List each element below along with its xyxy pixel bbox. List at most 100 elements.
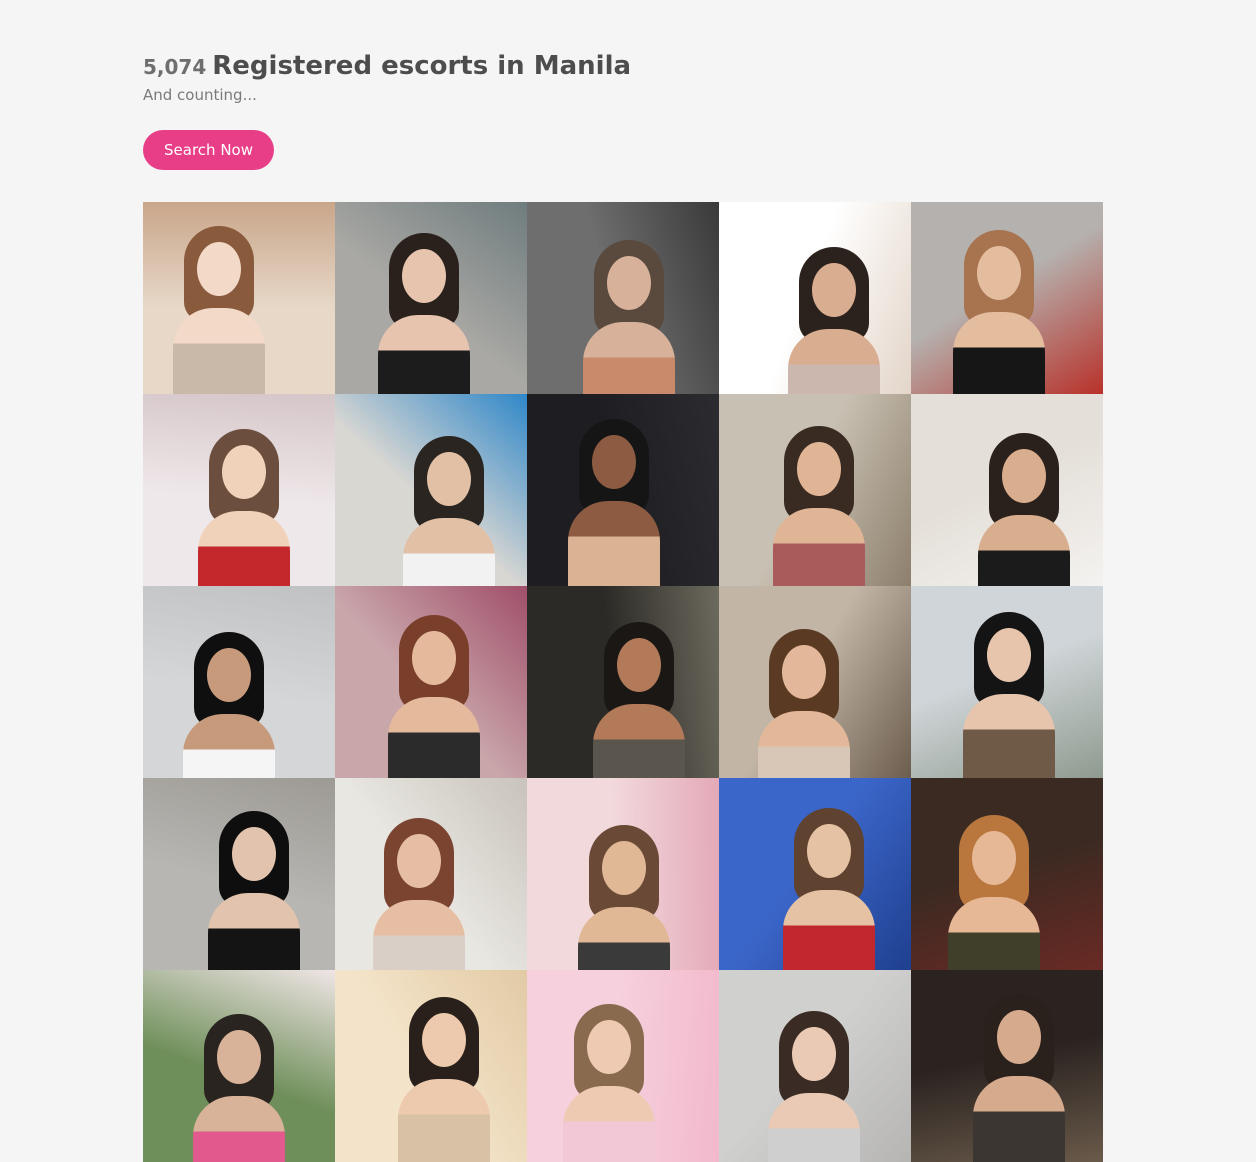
profile-photo (911, 778, 1103, 970)
subtitle: And counting... (143, 86, 257, 104)
photo-figure-face (617, 638, 661, 692)
profile-photo (527, 586, 719, 778)
profile-photo (527, 394, 719, 586)
profile-photo (335, 394, 527, 586)
profile-photo-tile[interactable] (719, 970, 911, 1162)
profile-photo-tile[interactable] (911, 394, 1103, 586)
profile-photo (143, 970, 335, 1162)
profile-photo-tile[interactable] (527, 394, 719, 586)
photo-figure-body (583, 322, 675, 394)
profile-photo (527, 202, 719, 394)
profile-photo-tile[interactable] (527, 586, 719, 778)
photo-figure-face (232, 827, 276, 881)
photo-figure-body (788, 329, 880, 394)
profile-photo-tile[interactable] (527, 202, 719, 394)
profile-photo (143, 394, 335, 586)
photo-figure-body (403, 518, 495, 586)
photo-figure-body (378, 315, 470, 394)
photo-figure-body (208, 893, 300, 970)
photo-figure-face (397, 834, 441, 888)
photo-figure-body (198, 511, 290, 586)
photo-figure-body (183, 714, 275, 778)
profile-photo (911, 970, 1103, 1162)
profile-photo (719, 202, 911, 394)
photo-figure-face (412, 631, 456, 685)
photo-figure-face (972, 831, 1016, 885)
profile-photo-tile[interactable] (911, 586, 1103, 778)
profile-photo-tile[interactable] (335, 970, 527, 1162)
photo-figure-body (948, 897, 1040, 970)
photo-figure-body (563, 1086, 655, 1162)
photo-figure-face (587, 1020, 631, 1074)
photo-figure-face (987, 628, 1031, 682)
profile-photo (911, 394, 1103, 586)
profile-photo (143, 778, 335, 970)
profile-photo (719, 586, 911, 778)
profile-photo (143, 586, 335, 778)
profile-photo-tile[interactable] (143, 394, 335, 586)
photo-figure-face (782, 645, 826, 699)
profile-photo-tile[interactable] (143, 202, 335, 394)
photo-figure-body (973, 1076, 1065, 1162)
photo-figure-body (953, 312, 1045, 394)
photo-figure-face (402, 249, 446, 303)
photo-figure-face (427, 452, 471, 506)
profile-photo (335, 586, 527, 778)
profile-photo-tile[interactable] (335, 586, 527, 778)
profile-photo-tile[interactable] (143, 970, 335, 1162)
profile-photo (335, 970, 527, 1162)
photo-figure-body (768, 1093, 860, 1162)
profile-photo (527, 778, 719, 970)
profile-photo-tile[interactable] (527, 778, 719, 970)
photo-figure-body (373, 900, 465, 970)
photo-figure-body (963, 694, 1055, 778)
photo-figure-face (807, 824, 851, 878)
photo-figure-face (217, 1030, 261, 1084)
profile-photo-tile[interactable] (719, 202, 911, 394)
photo-figure-body (978, 515, 1070, 586)
photo-figure-body (193, 1096, 285, 1162)
photo-figure-face (977, 246, 1021, 300)
photo-figure-body (783, 890, 875, 970)
photo-figure-body (173, 308, 265, 394)
photo-figure-face (222, 445, 266, 499)
profile-photo-tile[interactable] (335, 394, 527, 586)
photo-figure-face (607, 256, 651, 310)
profile-photo (719, 778, 911, 970)
photo-figure-face (197, 242, 241, 296)
profile-photo (335, 778, 527, 970)
photo-figure-face (812, 263, 856, 317)
photo-figure-body (758, 711, 850, 778)
photo-figure-body (398, 1079, 490, 1162)
photo-figure-body (593, 704, 685, 778)
photo-figure-body (773, 508, 865, 586)
page-title: 5,074 Registered escorts in Manila (143, 44, 631, 82)
photo-figure-face (422, 1013, 466, 1067)
profile-photo-tile[interactable] (911, 778, 1103, 970)
search-now-button[interactable]: Search Now (143, 130, 274, 170)
photo-figure-body (388, 697, 480, 778)
profile-photo-tile[interactable] (335, 202, 527, 394)
profile-photo-tile[interactable] (335, 778, 527, 970)
photo-figure-body (578, 907, 670, 970)
profile-photo-tile[interactable] (719, 394, 911, 586)
photo-figure-face (207, 648, 251, 702)
profile-photo (143, 202, 335, 394)
profile-photo-tile[interactable] (719, 586, 911, 778)
photo-figure-body (568, 501, 660, 586)
escort-count: 5,074 (143, 55, 207, 79)
profile-photo-tile[interactable] (143, 586, 335, 778)
profile-photo-tile[interactable] (911, 202, 1103, 394)
profile-photo (719, 394, 911, 586)
photo-figure-face (592, 435, 636, 489)
photo-figure-face (602, 841, 646, 895)
photo-figure-face (792, 1027, 836, 1081)
profile-photo-tile[interactable] (143, 778, 335, 970)
profile-photo-tile[interactable] (719, 778, 911, 970)
photo-figure-face (1002, 449, 1046, 503)
title-text: Registered escorts in Manila (212, 51, 632, 81)
profile-photo (335, 202, 527, 394)
profile-photo-tile[interactable] (527, 970, 719, 1162)
profile-photo (911, 586, 1103, 778)
profile-photo-tile[interactable] (911, 970, 1103, 1162)
